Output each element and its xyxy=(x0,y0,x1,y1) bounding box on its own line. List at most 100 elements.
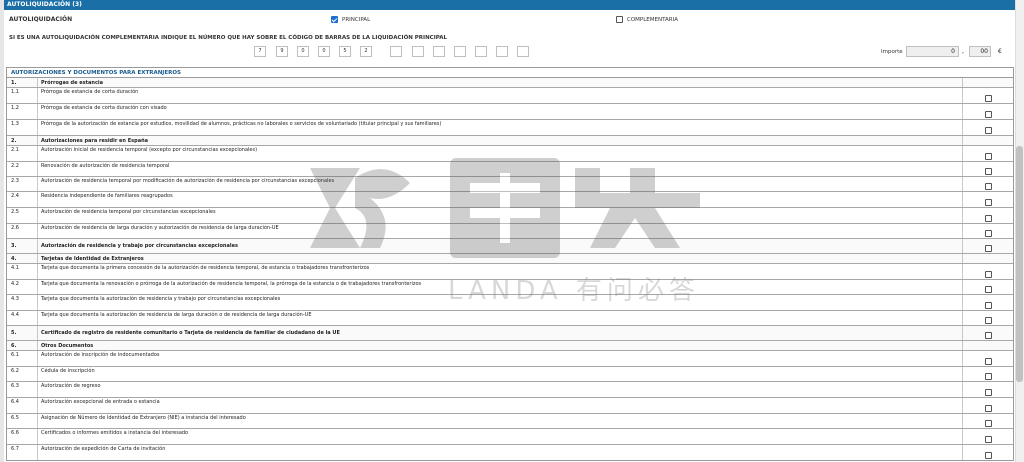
row-description: Prórroga de la autorización de estancia … xyxy=(36,120,962,135)
row-checkbox-cell xyxy=(962,311,1013,325)
row-checkbox[interactable] xyxy=(984,286,992,293)
table-row: 6.4 Autorización excepcional de entrada o… xyxy=(7,398,1013,414)
row-description: Autorización de residencia y trabajo por… xyxy=(36,239,962,253)
category-row: 4. Tarjetas de Identidad de Extranjeros xyxy=(7,254,1013,264)
row-checkbox[interactable] xyxy=(984,420,992,427)
row-description: Autorización excepcional de entrada o es… xyxy=(36,398,962,413)
category-row: 5. Certificado de registro de residente c… xyxy=(7,326,1013,341)
row-description: Prórroga de estancia de corta duración c… xyxy=(36,104,962,119)
row-description: Autorización de residencia temporal por … xyxy=(36,177,962,191)
row-checkbox[interactable] xyxy=(984,358,992,365)
row-description: Cédula de inscripción xyxy=(36,367,962,381)
row-checkbox[interactable] xyxy=(984,230,992,237)
row-checkbox-cell xyxy=(962,264,1013,279)
barcode-digit-input[interactable] xyxy=(433,46,445,57)
table-row: 2.5 Autorización de residencia temporal p… xyxy=(7,208,1013,224)
row-checkbox[interactable] xyxy=(984,436,992,443)
row-checkbox-cell xyxy=(962,280,1013,294)
row-description: Autorización de regreso xyxy=(36,382,962,397)
barcode-digit-input[interactable]: 7 xyxy=(254,46,266,57)
table-row: 2.4 Residencia independiente de familiare… xyxy=(7,192,1013,208)
row-number: 2.3 xyxy=(11,178,19,184)
row-checkbox[interactable] xyxy=(984,168,992,175)
row-checkbox-cell xyxy=(962,120,1013,135)
row-checkbox[interactable] xyxy=(984,183,992,190)
row-description: Otros Documentos xyxy=(36,341,962,350)
row-checkbox[interactable] xyxy=(984,405,992,412)
row-checkbox[interactable] xyxy=(984,452,992,459)
table-row: 2.1 Autorización inicial de residencia te… xyxy=(7,146,1013,162)
row-checkbox-cell xyxy=(962,88,1013,103)
row-number: 2.5 xyxy=(11,209,19,215)
row-checkbox[interactable] xyxy=(984,317,992,324)
barcode-digit-input[interactable]: 5 xyxy=(339,46,351,57)
row-checkbox[interactable] xyxy=(984,373,992,380)
barcode-digit-input[interactable]: 2 xyxy=(360,46,372,57)
barcode-digit-input[interactable] xyxy=(496,46,508,57)
row-description: Residencia independiente de familiares r… xyxy=(36,192,962,207)
row-checkbox[interactable] xyxy=(984,215,992,222)
row-description: Autorización de residencia temporal por … xyxy=(36,208,962,223)
scrollbar-thumb[interactable] xyxy=(1016,146,1023,382)
row-checkbox[interactable] xyxy=(984,389,992,396)
row-checkbox[interactable] xyxy=(984,332,992,339)
row-checkbox-cell xyxy=(962,239,1013,253)
table-row: 4.3 Tarjeta que documenta la autorización… xyxy=(7,295,1013,311)
row-checkbox[interactable] xyxy=(984,199,992,206)
barcode-digit-input[interactable]: 0 xyxy=(297,46,309,57)
table-row: 2.2 Renovación de autorización de residen… xyxy=(7,162,1013,177)
complementaria-checkbox[interactable] xyxy=(616,16,623,23)
barcode-digit-input[interactable] xyxy=(390,46,402,57)
row-number: 4. xyxy=(11,256,17,262)
row-checkbox-cell xyxy=(962,414,1013,428)
row-number: 4.3 xyxy=(11,296,19,302)
row-checkbox-cell xyxy=(962,445,1013,460)
row-checkbox-cell xyxy=(962,224,1013,238)
row-checkbox-cell xyxy=(962,146,1013,161)
row-checkbox[interactable] xyxy=(984,302,992,309)
importe-decimal-input[interactable]: 00 xyxy=(969,46,991,57)
row-description: Autorizaciones para residir en España xyxy=(36,136,962,145)
row-checkbox[interactable] xyxy=(984,271,992,278)
row-checkbox-cell xyxy=(962,254,1013,263)
barcode-digit-input[interactable]: 9 xyxy=(276,46,288,57)
row-checkbox[interactable] xyxy=(984,127,992,134)
row-number: 4.2 xyxy=(11,281,19,287)
row-number: 6.1 xyxy=(11,352,19,358)
barcode-digit-input[interactable] xyxy=(412,46,424,57)
category-row: 6. Otros Documentos xyxy=(7,341,1013,351)
row-number: 6.2 xyxy=(11,368,19,374)
row-number: 6.4 xyxy=(11,399,19,405)
autoliquidacion-label: AUTOLIQUIDACIÓN xyxy=(9,16,73,23)
row-number: 2.2 xyxy=(11,163,19,169)
page-left-strip xyxy=(0,0,4,462)
table-row: 6.2 Cédula de inscripción xyxy=(7,367,1013,382)
row-number: 6. xyxy=(11,343,17,349)
table-row: 6.3 Autorización de regreso xyxy=(7,382,1013,398)
table-row: 4.1 Tarjeta que documenta la primera conc… xyxy=(7,264,1013,280)
row-number: 2.4 xyxy=(11,193,19,199)
vertical-scrollbar[interactable] xyxy=(1015,0,1024,462)
barcode-digit-input[interactable]: 0 xyxy=(318,46,330,57)
category-row: 1. Prórrogas de estancia xyxy=(7,78,1013,88)
row-checkbox[interactable] xyxy=(984,95,992,102)
importe-integer-input[interactable]: 0 xyxy=(906,46,959,57)
row-number: 4.4 xyxy=(11,312,19,318)
barcode-digit-input[interactable] xyxy=(475,46,487,57)
row-checkbox-cell xyxy=(962,136,1013,145)
barcode-digit-input[interactable] xyxy=(517,46,529,57)
principal-checkbox[interactable] xyxy=(331,16,338,23)
row-description: Autorización de residencia de larga dura… xyxy=(36,224,962,238)
table-row: 4.4 Tarjeta que documenta la autorización… xyxy=(7,311,1013,326)
row-number: 2. xyxy=(11,138,17,144)
row-checkbox-cell xyxy=(962,351,1013,366)
complementaria-option[interactable]: COMPLEMENTARIA xyxy=(616,16,678,23)
currency-symbol: € xyxy=(998,48,1002,55)
barcode-digit-input[interactable] xyxy=(454,46,466,57)
row-checkbox[interactable] xyxy=(984,245,992,252)
row-checkbox[interactable] xyxy=(984,153,992,160)
row-checkbox-cell xyxy=(962,177,1013,191)
row-checkbox[interactable] xyxy=(984,111,992,118)
row-number: 5. xyxy=(11,330,17,336)
principal-option[interactable]: PRINCIPAL xyxy=(331,16,370,23)
